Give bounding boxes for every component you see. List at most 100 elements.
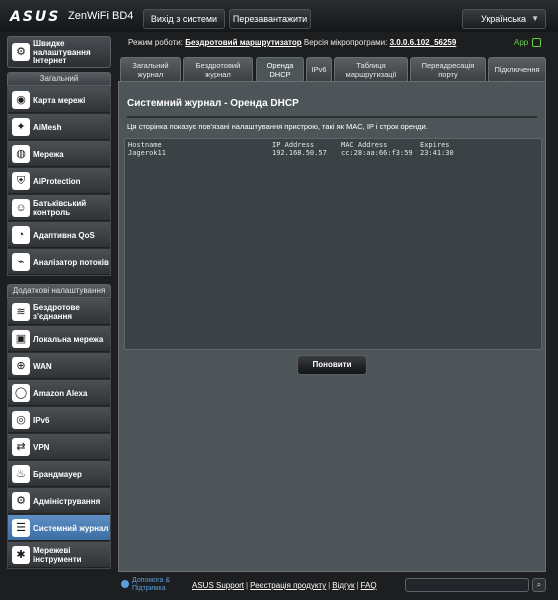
advanced-section-header: Додаткові налаштування <box>7 284 111 298</box>
network-tools-icon: ✱ <box>12 546 30 564</box>
sidebar-item-label: WAN <box>33 361 52 371</box>
top-bar: ASUS ZenWiFi BD4 Вихід з системи Перезав… <box>0 0 558 32</box>
sidebar-item-label: Адаптивна QoS <box>33 230 95 240</box>
language-select[interactable]: Українська ▼ <box>462 9 546 29</box>
app-icon <box>532 38 542 48</box>
ipv6-icon: ◎ <box>12 411 30 429</box>
sidebar-item-firewall[interactable]: ♨ Брандмауер <box>8 461 110 487</box>
sidebar-item-label: Бездротове з'єднання <box>33 303 80 321</box>
app-label: App <box>514 38 529 47</box>
network-map-icon: ◉ <box>12 91 30 109</box>
tab-wireless-log[interactable]: Бездротовий журнал <box>183 57 253 81</box>
sidebar-item-label: Карта мережі <box>33 95 86 105</box>
asus-logo: ASUS <box>10 9 61 25</box>
sidebar-item-label: AiProtection <box>33 176 81 186</box>
sidebar-item-label: AiMesh <box>33 122 62 132</box>
sidebar-item-system-log[interactable]: ☰ Системний журнал <box>8 515 110 541</box>
aimesh-icon: ✦ <box>12 118 30 136</box>
log-cell: Jagerok11 <box>128 149 166 157</box>
sidebar-item-wan[interactable]: ⊕ WAN <box>8 353 110 379</box>
quick-setup-label: Швидке налаштування Інтернет <box>33 39 91 65</box>
chevron-down-icon: ▼ <box>531 14 539 23</box>
administration-icon: ⚙ <box>12 492 30 510</box>
sidebar-item-network-tools[interactable]: ✱ Мережеві інструменти <box>8 542 110 568</box>
sidebar-item-parental-control[interactable]: ☺ Батьківський контроль <box>8 195 110 221</box>
faq-link[interactable]: FAQ <box>361 581 377 590</box>
aiprotection-icon: ⛨ <box>12 172 30 190</box>
mode-label: Режим роботи: <box>128 38 183 47</box>
app-link[interactable]: App <box>514 38 542 48</box>
main-panel: Системний журнал - Оренда DHCP Ця сторін… <box>118 81 546 572</box>
sidebar-item-label: Аналізатор потоків <box>33 257 109 267</box>
sidebar-item-label: Адміністрування <box>33 496 101 506</box>
sidebar-item-traffic-analyzer[interactable]: ⌁ Аналізатор потоків <box>8 249 110 275</box>
sidebar-item-aiprotection[interactable]: ⛨ AiProtection <box>8 168 110 194</box>
sidebar-item-network-map[interactable]: ◉ Карта мережі <box>8 87 110 113</box>
vpn-icon: ⇄ <box>12 438 30 456</box>
title-divider <box>127 116 537 118</box>
advanced-menu: ≋ Бездротове з'єднання ▣ Локальна мережа… <box>7 298 111 569</box>
tab-dhcp-leases[interactable]: Оренда DHCP <box>256 57 304 81</box>
tab-connections[interactable]: Підключення <box>488 57 546 81</box>
wireless-icon: ≋ <box>12 303 30 321</box>
column-header: Hostname <box>128 141 162 149</box>
alexa-icon: ◯ <box>12 384 30 402</box>
quick-setup-icon: ⚙ <box>12 43 30 61</box>
network-icon: ◍ <box>12 145 30 163</box>
sidebar-item-ipv6[interactable]: ◎ IPv6 <box>8 407 110 433</box>
tab-routing-table[interactable]: Таблиця маршрутизації <box>334 57 408 81</box>
sidebar-item-network[interactable]: ◍ Мережа <box>8 141 110 167</box>
sidebar-item-aimesh[interactable]: ✦ AiMesh <box>8 114 110 140</box>
sidebar-item-wireless[interactable]: ≋ Бездротове з'єднання <box>8 299 110 325</box>
general-menu: ◉ Карта мережі ✦ AiMesh ◍ Мережа ⛨ AiPro… <box>7 86 111 276</box>
sidebar-item-label: Локальна мережа <box>33 334 104 344</box>
sidebar-item-label: Системний журнал <box>33 523 109 533</box>
footer-links: ASUS Support | Реєстрація продукту | Відгук |… <box>192 581 377 590</box>
tab-ipv6[interactable]: IPv6 <box>306 57 332 81</box>
sidebar-item-label: Amazon Alexa <box>33 388 88 398</box>
asus-support-link[interactable]: ASUS Support <box>192 581 244 590</box>
logout-button[interactable]: Вихід з системи <box>143 9 225 29</box>
sidebar-item-alexa[interactable]: ◯ Amazon Alexa <box>8 380 110 406</box>
feedback-link[interactable]: Відгук <box>332 581 354 590</box>
page-title: Системний журнал - Оренда DHCP <box>127 98 299 109</box>
system-log-icon: ☰ <box>12 519 30 537</box>
reboot-button[interactable]: Перезавантажити <box>229 9 311 29</box>
help-support-link[interactable]: Допомога & Підтримка <box>132 577 182 593</box>
sidebar-item-lan[interactable]: ▣ Локальна мережа <box>8 326 110 352</box>
firewall-icon: ♨ <box>12 465 30 483</box>
sidebar-item-label: Мережа <box>33 149 64 159</box>
dhcp-lease-log[interactable]: Hostname IP Address MAC Address Expires … <box>124 138 542 350</box>
sidebar-item-administration[interactable]: ⚙ Адміністрування <box>8 488 110 514</box>
sidebar-item-label: IPv6 <box>33 415 50 425</box>
firmware-link[interactable]: 3.0.0.6.102_56259 <box>390 38 457 47</box>
sidebar-item-vpn[interactable]: ⇄ VPN <box>8 434 110 460</box>
sidebar-item-qos[interactable]: ◔ Адаптивна QoS <box>8 222 110 248</box>
parental-control-icon: ☺ <box>12 199 30 217</box>
sidebar-item-label: VPN <box>33 442 50 452</box>
quick-internet-setup[interactable]: ⚙ Швидке налаштування Інтернет <box>7 36 111 68</box>
status-line: Режим роботи: Бездротовий маршрутизатор … <box>128 38 456 47</box>
firmware-label: Версія мікропрограми: <box>303 38 388 47</box>
tab-port-forwarding[interactable]: Переадресація порту <box>410 57 486 81</box>
lan-icon: ▣ <box>12 330 30 348</box>
column-header: Expires <box>420 141 450 149</box>
search-icon[interactable]: ⌕ <box>532 578 546 592</box>
qos-icon: ◔ <box>12 226 30 244</box>
help-icon <box>121 580 129 588</box>
wan-icon: ⊕ <box>12 357 30 375</box>
sidebar-item-label: Брандмауер <box>33 469 82 479</box>
log-cell: 23:41:30 <box>420 149 454 157</box>
model-name: ZenWiFi BD4 <box>68 10 134 22</box>
log-cell: 192.168.50.57 <box>272 149 327 157</box>
product-registration-link[interactable]: Реєстрація продукту <box>250 581 326 590</box>
footer-search-input[interactable] <box>405 578 529 592</box>
language-value: Українська <box>481 14 527 24</box>
tab-general-log[interactable]: Загальний журнал <box>120 57 181 81</box>
column-header: MAC Address <box>341 141 388 149</box>
refresh-button[interactable]: Поновити <box>297 355 367 375</box>
traffic-analyzer-icon: ⌁ <box>12 253 30 271</box>
column-header: IP Address <box>272 141 315 149</box>
general-section-header: Загальний <box>7 72 111 86</box>
mode-link[interactable]: Бездротовий маршрутизатор <box>185 38 301 47</box>
